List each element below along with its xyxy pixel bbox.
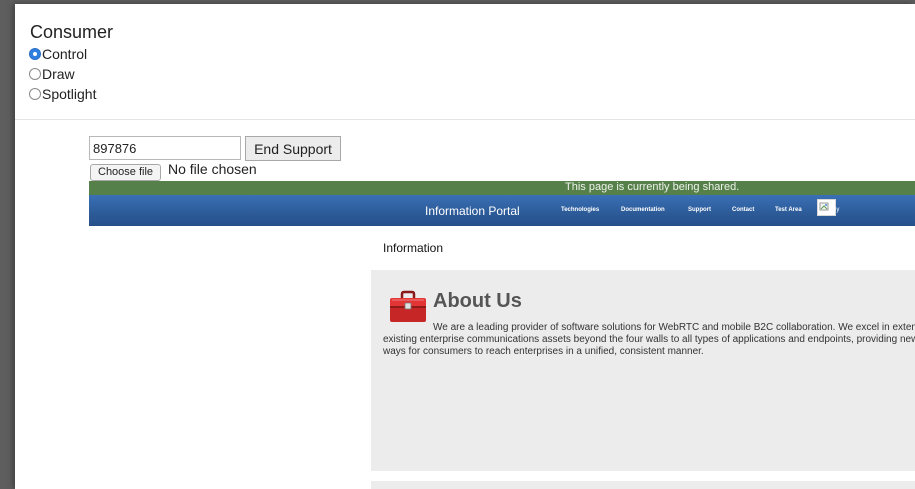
spotlight-radio[interactable] bbox=[29, 88, 41, 100]
session-code-input[interactable] bbox=[89, 136, 241, 160]
next-section bbox=[371, 481, 915, 489]
portal-name[interactable]: Information Portal bbox=[425, 204, 520, 218]
sharing-banner: This page is currently being shared. bbox=[89, 181, 915, 195]
nav-documentation[interactable]: Documentation bbox=[621, 207, 665, 213]
end-support-button[interactable]: End Support bbox=[245, 136, 341, 161]
draw-label[interactable]: Draw bbox=[42, 66, 75, 82]
mode-option-control[interactable]: Control bbox=[29, 44, 87, 64]
nav-contact[interactable]: Contact bbox=[732, 207, 754, 213]
control-label[interactable]: Control bbox=[42, 46, 87, 62]
draw-radio[interactable] bbox=[29, 68, 41, 80]
control-radio[interactable] bbox=[29, 48, 41, 60]
sharing-banner-text: This page is currently being shared. bbox=[565, 181, 740, 193]
mode-option-spotlight[interactable]: Spotlight bbox=[29, 84, 96, 104]
no-file-chosen-label: No file chosen bbox=[168, 161, 257, 177]
spotlight-label[interactable]: Spotlight bbox=[42, 86, 96, 102]
nav-test-area[interactable]: Test Area bbox=[775, 207, 802, 213]
nav-technologies[interactable]: Technologies bbox=[561, 207, 599, 213]
nav-support[interactable]: Support bbox=[688, 207, 711, 213]
section-heading: Information bbox=[383, 241, 444, 255]
broken-image-alt: ey bbox=[833, 207, 840, 213]
about-description: We are a leading provider of software so… bbox=[383, 322, 915, 357]
consumer-title: Consumer bbox=[30, 22, 114, 42]
portal-nav-bar: Information Portal Technologies Document… bbox=[89, 195, 915, 226]
shared-page-view[interactable]: This page is currently being shared. Inf… bbox=[89, 181, 915, 489]
support-panel: Consumer Control Draw Spotlight End Supp… bbox=[15, 4, 915, 489]
mode-option-draw[interactable]: Draw bbox=[29, 64, 75, 84]
choose-file-button[interactable]: Choose file bbox=[90, 164, 162, 181]
about-title: About Us bbox=[433, 290, 522, 312]
about-section: About Us We are a leading provider of so… bbox=[371, 270, 915, 471]
consumer-header: Consumer Control Draw Spotlight bbox=[15, 4, 915, 120]
